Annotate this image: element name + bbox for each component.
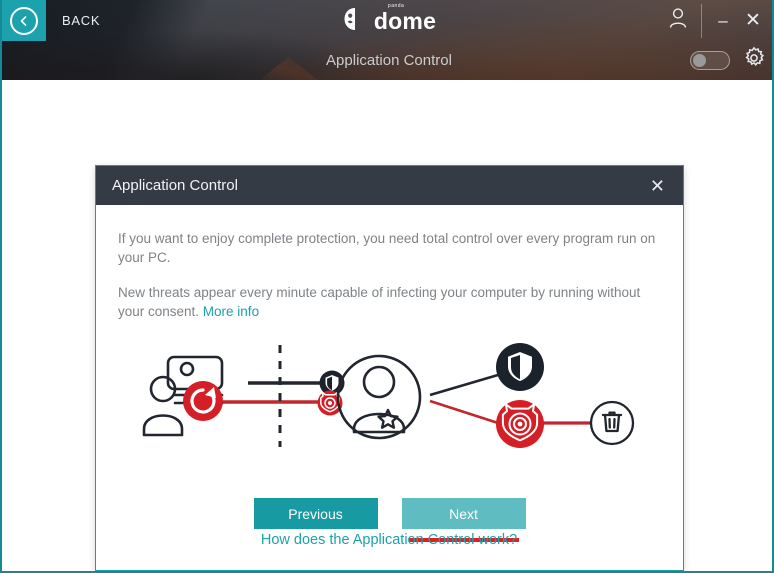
back-button[interactable] — [2, 0, 46, 41]
application-control-toggle[interactable] — [690, 51, 730, 70]
help-link[interactable]: How does the Application Control work? — [2, 532, 772, 548]
dialog-title: Application Control — [112, 177, 238, 194]
toggle-knob — [693, 54, 706, 67]
allow-path-line-right — [429, 373, 498, 397]
application-window: BACK panda dome – ✕ Application Control … — [0, 0, 774, 573]
window-controls-divider — [701, 3, 702, 38]
admin-user-icon — [336, 354, 421, 440]
block-path-line-right — [429, 399, 498, 425]
brand-superscript: panda — [387, 3, 405, 9]
account-button[interactable] — [655, 0, 701, 41]
previous-button[interactable]: Previous — [253, 498, 378, 529]
application-control-flow-diagram — [142, 343, 634, 448]
illustration-container — [118, 337, 661, 487]
settings-button[interactable] — [742, 46, 766, 75]
application-control-dialog: Application Control ✕ If you want to enj… — [95, 165, 684, 571]
admin-star-badge-icon — [376, 408, 399, 429]
more-info-link[interactable]: More info — [203, 304, 259, 319]
user-icon — [668, 7, 688, 34]
module-title: Application Control — [326, 52, 452, 69]
close-button[interactable]: ✕ — [738, 0, 768, 41]
next-button[interactable]: Next — [401, 498, 526, 529]
content-area: Application Control ✕ If you want to enj… — [2, 80, 772, 571]
dialog-close-button[interactable]: ✕ — [646, 175, 669, 197]
dialog-paragraph-2-text: New threats appear every minute capable … — [118, 285, 641, 319]
dialog-paragraph-1: If you want to enjoy complete protection… — [118, 231, 656, 265]
gear-icon — [742, 46, 766, 75]
module-bar-controls — [690, 41, 766, 80]
panda-logo-icon — [342, 6, 368, 37]
module-bar: Application Control — [2, 41, 772, 80]
red-virus-badge-icon — [495, 400, 544, 448]
window-controls: – ✕ — [655, 0, 772, 41]
trash-bin-icon — [589, 400, 634, 446]
red-refresh-icon — [182, 381, 223, 421]
dark-shield-badge-icon — [495, 343, 544, 391]
dialog-body: If you want to enjoy complete protection… — [96, 205, 683, 487]
dialog-paragraph-2: New threats appear every minute capable … — [118, 283, 661, 321]
minimize-button[interactable]: – — [708, 0, 738, 41]
chevron-left-icon — [10, 6, 38, 35]
back-label: BACK — [62, 13, 101, 28]
title-bar: BACK panda dome – ✕ — [2, 0, 772, 41]
dialog-header: Application Control ✕ — [96, 166, 683, 205]
brand-name: dome — [373, 8, 437, 34]
